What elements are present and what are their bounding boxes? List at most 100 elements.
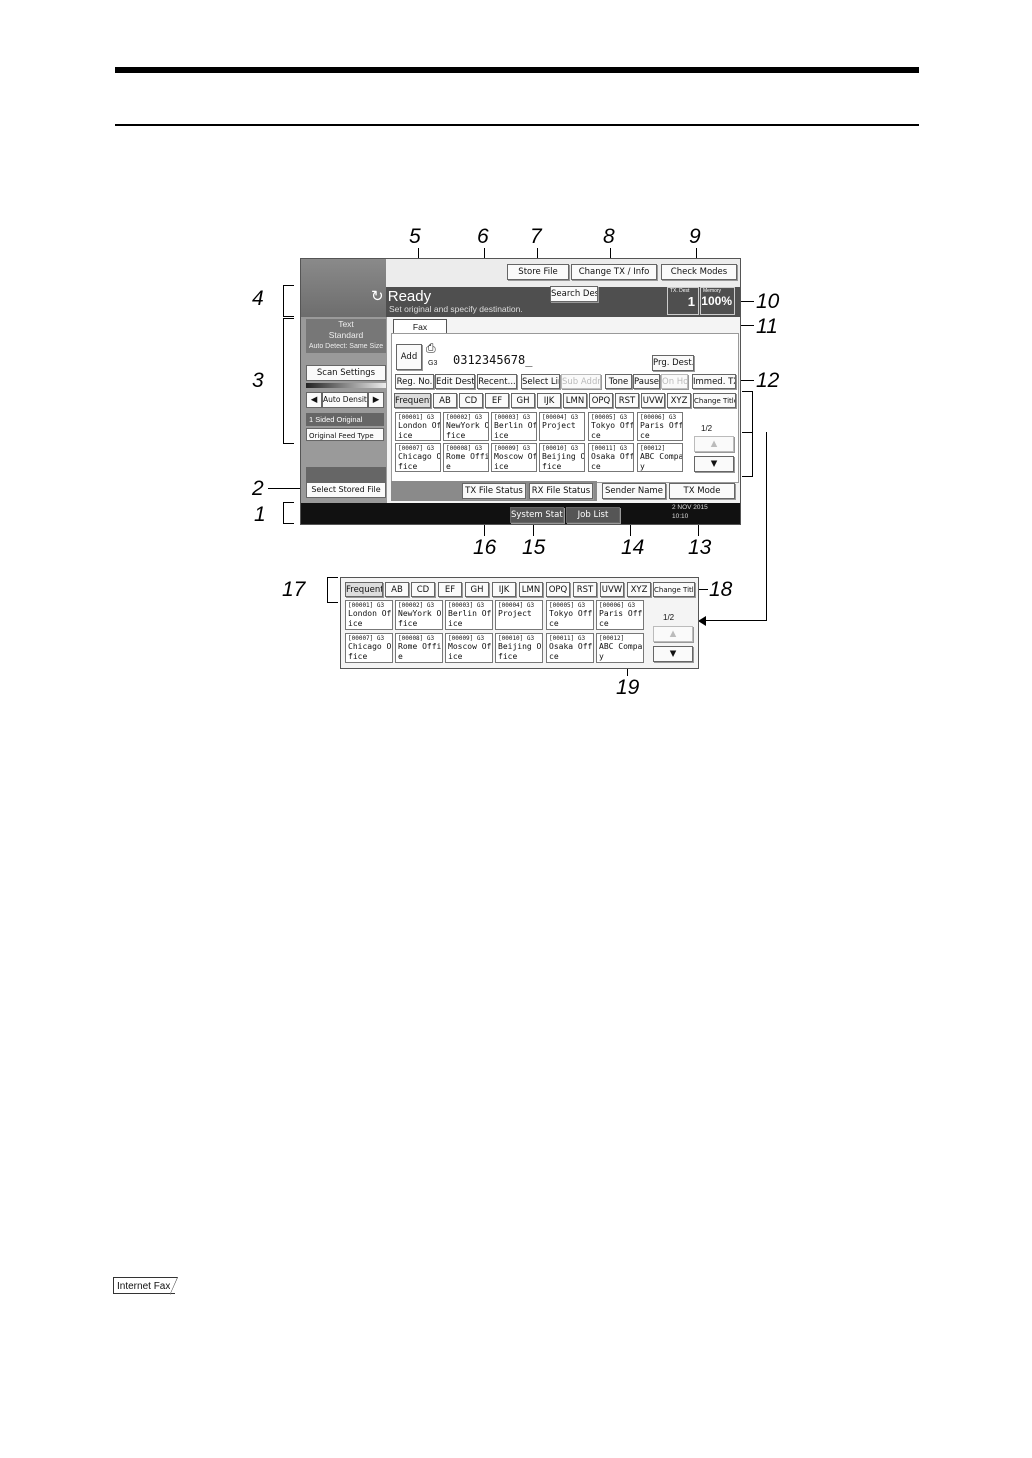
prg-dest-button[interactable]: Prg. Dest.: [652, 355, 694, 371]
select-stored-file-button[interactable]: Select Stored File: [306, 482, 386, 498]
original-feed-type-button[interactable]: Original Feed Type: [306, 428, 384, 441]
change-title-button[interactable]: Change Title: [693, 393, 736, 408]
callout-2: 2: [252, 477, 264, 500]
tx-file-status-button[interactable]: TX File Status: [462, 483, 526, 499]
dest-tile[interactable]: [00006] G3Paris Office: [637, 412, 683, 441]
dest-tile[interactable]: [00009] G3Moscow Office: [445, 633, 493, 663]
bracket-17: [327, 577, 338, 603]
bracket-3: [283, 318, 294, 444]
dest-tile[interactable]: [00003] G3Berlin Office: [445, 600, 493, 630]
dest-tile[interactable]: [00002] G3NewYork Office: [395, 600, 443, 630]
index-tab-xyz[interactable]: XYZ: [667, 393, 691, 408]
leader-zoom-h: [704, 620, 766, 621]
index-tab-rst[interactable]: RST: [573, 582, 597, 597]
index-tab-uvw[interactable]: UVW: [641, 393, 665, 408]
dest-tile[interactable]: [00002] G3NewYork Office: [443, 412, 489, 441]
add-button[interactable]: Add: [396, 344, 422, 370]
callout-11: 11: [756, 315, 778, 338]
fax-machine-icon: ⎙: [426, 341, 436, 355]
callout-3: 3: [252, 369, 264, 392]
check-modes-button[interactable]: Check Modes: [661, 264, 737, 280]
index-tab-lmn[interactable]: LMN: [519, 582, 543, 597]
tx-dest-value: 1: [687, 294, 695, 309]
index-tab-gh[interactable]: GH: [465, 582, 489, 597]
change-tx-info-button[interactable]: Change TX / Info: [571, 264, 657, 280]
date-display: 2 NOV 2015: [672, 504, 708, 511]
change-title-button[interactable]: Change Title: [653, 582, 695, 597]
density-lighter-button[interactable]: ◀: [306, 392, 322, 408]
tone-button[interactable]: Tone: [605, 374, 632, 389]
dest-tile[interactable]: [00006] G3Paris Office: [596, 600, 644, 630]
dest-tile[interactable]: [00004] G3 Project: [495, 600, 543, 630]
index-tab-frequent[interactable]: Frequent: [345, 582, 383, 597]
auto-density-button[interactable]: Auto Density: [322, 392, 368, 408]
index-tab-xyz[interactable]: XYZ: [627, 582, 651, 597]
pause-button[interactable]: Pause: [633, 374, 660, 389]
dest-tile[interactable]: [00011] G3Osaka Office: [588, 443, 634, 472]
page-up-button[interactable]: ▲: [653, 626, 693, 642]
dest-tile[interactable]: [00007] G3Chicago Office: [395, 443, 441, 472]
index-tab-gh[interactable]: GH: [511, 393, 535, 408]
dest-tile[interactable]: [00008] G3Rome Office: [395, 633, 443, 663]
dest-tile[interactable]: [00009] G3Moscow Office: [491, 443, 537, 472]
index-tab-opq[interactable]: OPQ: [546, 582, 570, 597]
index-tab-ijk[interactable]: IJK: [537, 393, 561, 408]
dest-tile[interactable]: [00004] G3 Project: [539, 412, 585, 441]
dest-tile[interactable]: [00001] G3London Office: [395, 412, 441, 441]
status-message: Set original and specify destination.: [389, 304, 523, 314]
dest-tile[interactable]: [00003] G3Berlin Office: [491, 412, 537, 441]
fax-number-display[interactable]: 0312345678_: [453, 353, 532, 367]
sub-address-button[interactable]: Sub Address: [561, 374, 601, 389]
immed-tx-button[interactable]: Immed. TX: [692, 374, 736, 389]
callout-17: 17: [282, 578, 306, 601]
dest-tile[interactable]: [00010] G3Beijing Office: [539, 443, 585, 472]
on-hook-button[interactable]: On Hook: [661, 374, 688, 389]
callout-8: 8: [603, 225, 615, 248]
dest-tile[interactable]: [00005] G3Tokyo Office: [546, 600, 594, 630]
page-down-button[interactable]: ▼: [653, 646, 693, 662]
tab-fax[interactable]: Fax: [393, 319, 447, 334]
index-tab-ab[interactable]: AB: [433, 393, 457, 408]
index-tab-uvw[interactable]: UVW: [600, 582, 624, 597]
line-type-label: G3: [428, 360, 438, 367]
dest-tile[interactable]: [00010] G3Beijing Office: [495, 633, 543, 663]
density-darker-button[interactable]: ▶: [368, 392, 384, 408]
index-tab-lmn[interactable]: LMN: [563, 393, 587, 408]
select-line-button[interactable]: Select Line: [521, 374, 560, 389]
dest-tile[interactable]: [00001] G3London Office: [345, 600, 393, 630]
dest-tile[interactable]: [00008] G3Rome Office: [443, 443, 489, 472]
dest-tile[interactable]: [00012]ABC Company: [596, 633, 644, 663]
search-dest-button[interactable]: Search Dest.: [550, 286, 598, 302]
scan-settings-button[interactable]: Scan Settings: [306, 365, 386, 381]
dest-tile[interactable]: [00012]ABC Company: [637, 443, 683, 472]
dest-tile[interactable]: [00011] G3Osaka Office: [546, 633, 594, 663]
index-tab-ab[interactable]: AB: [385, 582, 409, 597]
index-tab-ijk[interactable]: IJK: [492, 582, 516, 597]
reg-no-button[interactable]: Reg. No.: [395, 374, 434, 389]
system-status-button[interactable]: System Status: [510, 507, 564, 523]
triangle-down-icon: ▼: [669, 649, 677, 659]
triangle-right-icon: ▶: [372, 395, 380, 405]
index-tab-ef[interactable]: EF: [438, 582, 462, 597]
sided-original-button[interactable]: 1 Sided Original: [306, 413, 384, 426]
tx-mode-button[interactable]: TX Mode: [669, 483, 735, 499]
page-down-button[interactable]: ▼: [694, 456, 734, 472]
dest-tile[interactable]: [00005] G3Tokyo Office: [588, 412, 634, 441]
dest-tile[interactable]: [00007] G3Chicago Office: [345, 633, 393, 663]
index-tab-cd[interactable]: CD: [459, 393, 483, 408]
index-tab-opq[interactable]: OPQ: [589, 393, 613, 408]
sender-name-button[interactable]: Sender Name: [602, 483, 666, 499]
callout-1: 1: [254, 503, 266, 526]
index-tab-frequent[interactable]: Frequent: [394, 393, 431, 408]
recent-button[interactable]: Recent...: [477, 374, 517, 389]
tx-dest-counter: TX. Dest 1: [667, 287, 699, 315]
job-list-button[interactable]: Job List: [566, 507, 620, 523]
store-file-button[interactable]: Store File: [507, 264, 569, 280]
rx-file-status-button[interactable]: RX File Status: [529, 483, 593, 499]
index-tab-rst[interactable]: RST: [615, 393, 639, 408]
index-tab-ef[interactable]: EF: [485, 393, 509, 408]
callout-15: 15: [522, 536, 546, 559]
edit-dest-button[interactable]: Edit Dest.: [435, 374, 475, 389]
page-up-button[interactable]: ▲: [694, 436, 734, 452]
index-tab-cd[interactable]: CD: [411, 582, 435, 597]
